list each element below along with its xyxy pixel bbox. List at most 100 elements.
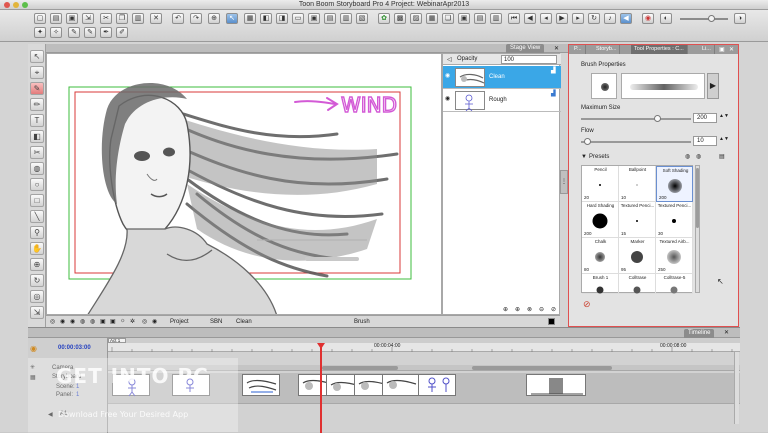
rotate-view-icon[interactable]: ↻ bbox=[30, 274, 44, 287]
preset-tile[interactable]: Chalk 80 bbox=[582, 238, 619, 274]
ink-tool-icon[interactable]: ✒ bbox=[100, 27, 112, 38]
paint-tool-icon[interactable]: ◍ bbox=[30, 162, 44, 175]
layer-dropdown[interactable]: Clean bbox=[236, 319, 252, 325]
volume-icon[interactable]: ◐ bbox=[660, 13, 672, 24]
contour-editor-icon[interactable]: ⌖ bbox=[30, 66, 44, 79]
layer-transform-icon[interactable]: ⇲ bbox=[30, 306, 44, 319]
close-panel-icon[interactable]: ✕ bbox=[729, 46, 734, 53]
cut-icon[interactable]: ✂ bbox=[100, 13, 112, 24]
save-icon[interactable]: ▣ bbox=[66, 13, 78, 24]
panel-thumbnail[interactable] bbox=[526, 374, 586, 396]
sound-icon[interactable]: ♪ bbox=[604, 13, 616, 24]
loop-icon[interactable]: ↻ bbox=[588, 13, 600, 24]
grid-toggle-icon[interactable]: ◎ bbox=[142, 318, 147, 325]
minimize-window-button[interactable] bbox=[13, 2, 19, 8]
select-tool-icon[interactable]: ↖ bbox=[30, 50, 44, 63]
volume-max-icon[interactable]: ◑ bbox=[734, 13, 746, 24]
stage-view[interactable]: WIND bbox=[46, 53, 442, 315]
pen-plus-tool-icon[interactable]: ✎ bbox=[84, 27, 96, 38]
new-project-icon[interactable]: ▢ bbox=[34, 13, 46, 24]
light-icon[interactable]: ☼ bbox=[120, 318, 126, 324]
transform-tool-icon[interactable]: ✧ bbox=[50, 27, 62, 38]
next-icon[interactable]: ▸ bbox=[572, 13, 584, 24]
preset-tile[interactable]: Textured Penci... 30 bbox=[656, 202, 693, 238]
presets-toggle-icon[interactable]: ▼ bbox=[581, 154, 587, 160]
preset-tile[interactable]: Hard Shading 200 bbox=[582, 202, 619, 238]
previous-frame-icon[interactable]: ◀ bbox=[524, 13, 536, 24]
select-tool-icon[interactable]: ↖ bbox=[226, 13, 238, 24]
preset-tile[interactable]: Colltrase-5 bbox=[656, 274, 693, 294]
flow-slider[interactable] bbox=[581, 138, 691, 145]
layer-lock-icon[interactable]: ▟ bbox=[551, 90, 556, 97]
presets-scrollbar[interactable] bbox=[695, 165, 700, 293]
add-layer-icon[interactable]: ⊕ bbox=[503, 306, 508, 313]
delete-preset-icon[interactable]: ◍ bbox=[696, 153, 701, 160]
bone-tool-icon[interactable]: ✦ bbox=[34, 27, 46, 38]
close-panel-icon[interactable]: ✕ bbox=[724, 329, 729, 336]
volume-slider-handle[interactable] bbox=[708, 15, 715, 22]
project-dropdown[interactable]: Project bbox=[170, 319, 189, 325]
marker-tool-icon[interactable]: ✐ bbox=[116, 27, 128, 38]
sequence-icon[interactable]: ▤ bbox=[474, 13, 486, 24]
zoom-window-button[interactable] bbox=[22, 2, 28, 8]
maximum-size-field[interactable]: 200 bbox=[693, 113, 717, 123]
onion-skin-icon[interactable]: ◨ bbox=[276, 13, 288, 24]
add-panel-icon[interactable]: ▩ bbox=[394, 13, 406, 24]
palette-icon[interactable]: ✿ bbox=[378, 13, 390, 24]
flip-icon[interactable]: ▣ bbox=[100, 318, 106, 325]
light-table-icon[interactable]: ◧ bbox=[260, 13, 272, 24]
panel-menu-icon[interactable]: ▣ bbox=[719, 46, 725, 53]
display-icon[interactable]: ▧ bbox=[356, 13, 368, 24]
preset-tile[interactable]: Brush 1 bbox=[582, 274, 619, 294]
hand-tool-icon[interactable]: ✋ bbox=[30, 242, 44, 255]
camera-keyframe-bar[interactable] bbox=[472, 366, 612, 370]
add-vector-layer-icon[interactable]: ⊕ bbox=[515, 306, 520, 313]
rectangle-tool-icon[interactable]: □ bbox=[30, 194, 44, 207]
zoom-tool-icon[interactable]: ⊕ bbox=[30, 258, 44, 271]
paste-icon[interactable]: ▥ bbox=[132, 13, 144, 24]
opacity-input[interactable]: 100 bbox=[501, 55, 557, 64]
tab-storyboard[interactable]: Storyb... bbox=[593, 45, 621, 54]
volume-slider[interactable] bbox=[680, 15, 728, 22]
merge-icon[interactable]: ▣ bbox=[458, 13, 470, 24]
panel-splitter-handle[interactable]: ⋮ bbox=[560, 170, 568, 194]
zoom-out-icon[interactable]: ◉ bbox=[60, 318, 65, 325]
delete-icon[interactable]: ✕ bbox=[150, 13, 162, 24]
panel-thumbnail[interactable] bbox=[418, 374, 456, 396]
camera-tool-icon[interactable]: ◎ bbox=[30, 290, 44, 303]
panel-view-icon[interactable]: ▥ bbox=[340, 13, 352, 24]
safe-area-icon[interactable]: ▭ bbox=[292, 13, 304, 24]
timeline-ruler[interactable]: 00:00:04:00 00:00:08:00 bbox=[108, 343, 740, 352]
reset-icon[interactable]: ⊘ bbox=[583, 299, 591, 310]
camera-keyframe-bar[interactable] bbox=[322, 366, 398, 370]
layer-row-rough[interactable]: ◉ Rough ▟ bbox=[443, 89, 561, 112]
timeline-options-icon[interactable]: ◉ bbox=[30, 344, 37, 353]
close-window-button[interactable] bbox=[4, 2, 10, 8]
undo-icon[interactable]: ↶ bbox=[172, 13, 184, 24]
pen-tool-icon[interactable]: ✎ bbox=[68, 27, 80, 38]
new-scene-icon[interactable]: ▦ bbox=[426, 13, 438, 24]
panel-thumbnail[interactable] bbox=[242, 374, 280, 396]
flow-field[interactable]: 10 bbox=[693, 136, 717, 146]
current-color-swatch[interactable] bbox=[548, 318, 555, 325]
maximum-size-stepper-icon[interactable]: ▲▼ bbox=[719, 113, 729, 119]
preset-tile[interactable]: Marker 95 bbox=[619, 238, 656, 274]
timeline-scrollbar[interactable] bbox=[734, 352, 739, 424]
tab-p[interactable]: P... bbox=[571, 45, 586, 54]
tab-timeline[interactable]: Timeline bbox=[684, 329, 715, 338]
flow-handle[interactable] bbox=[583, 138, 591, 145]
reset-view-icon[interactable]: ◎ bbox=[50, 318, 55, 325]
preset-tile[interactable]: Pencil 20 bbox=[582, 166, 619, 202]
paint-bucket-icon[interactable]: ◉ bbox=[642, 13, 654, 24]
duplicate-icon[interactable]: ❏ bbox=[442, 13, 454, 24]
delete-layer-icon[interactable]: ⊖ bbox=[539, 306, 544, 313]
redo-icon[interactable]: ↷ bbox=[190, 13, 202, 24]
onion-icon[interactable]: ◉ bbox=[152, 318, 157, 325]
flow-stepper-icon[interactable]: ▲▼ bbox=[719, 136, 729, 142]
eye-icon[interactable]: ◉ bbox=[445, 72, 450, 79]
preset-menu-icon[interactable]: ▤ bbox=[719, 153, 725, 160]
split-panel-icon[interactable]: ▨ bbox=[410, 13, 422, 24]
brush-menu-arrow-icon[interactable]: ▶ bbox=[707, 73, 719, 99]
camera-view-icon[interactable]: ▤ bbox=[324, 13, 336, 24]
import-icon[interactable]: ⇲ bbox=[82, 13, 94, 24]
